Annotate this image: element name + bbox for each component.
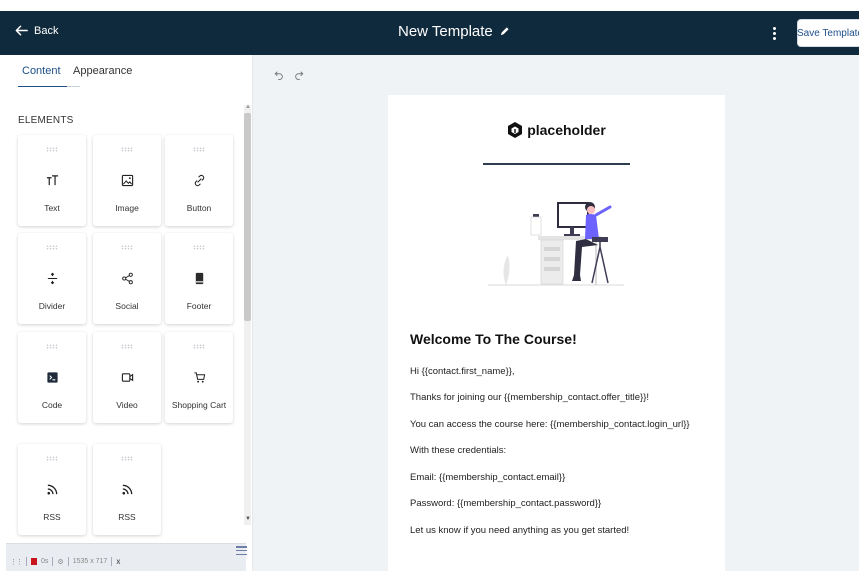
email-line-password[interactable]: Password: {{membership_contact.password}…: [410, 498, 601, 509]
more-options-icon[interactable]: [768, 23, 780, 43]
active-tab-indicator: [18, 86, 67, 87]
drag-handle-icon[interactable]: [193, 344, 205, 349]
drag-handle-icon[interactable]: [46, 147, 58, 152]
left-panel: Content Appearance ELEMENTS Text Image B…: [0, 55, 253, 571]
record-time: 0s: [41, 558, 49, 565]
record-size: 1535 x 717: [72, 558, 108, 565]
element-image[interactable]: Image: [93, 135, 161, 226]
pencil-icon[interactable]: [499, 26, 510, 37]
email-line-email[interactable]: Email: {{membership_contact.email}}: [410, 472, 565, 483]
menu-icon[interactable]: [236, 546, 247, 555]
rss-icon: [93, 481, 161, 497]
element-label: Image: [115, 203, 139, 213]
email-template-editor: Back New Template Save Template Content …: [0, 0, 859, 571]
arrow-left-icon: [15, 25, 28, 36]
element-text[interactable]: Text: [18, 135, 86, 226]
email-logo[interactable]: placeholder: [388, 121, 725, 139]
element-footer[interactable]: Footer: [165, 233, 233, 324]
element-label: Button: [186, 203, 212, 213]
element-label: Shopping Cart: [171, 400, 227, 410]
email-preview[interactable]: placeholder Welcome To The Course! Hi {{…: [388, 95, 725, 571]
element-rss-2[interactable]: RSS: [93, 444, 161, 535]
element-label: Text: [44, 203, 60, 213]
element-label: RSS: [43, 512, 61, 522]
drag-handle-icon[interactable]: [121, 245, 133, 250]
settings-icon[interactable]: ⚙: [57, 558, 63, 566]
top-bar: Back New Template Save Template: [0, 11, 859, 55]
recorder-status-bar: ⋮⋮ 0s ⚙ 1535 x 717 x: [6, 543, 246, 571]
person-at-desk-illustration[interactable]: [486, 197, 626, 289]
element-button[interactable]: Button: [165, 135, 233, 226]
element-social[interactable]: Social: [93, 233, 161, 324]
tab-appearance[interactable]: Appearance: [73, 65, 132, 77]
element-label: Video: [116, 400, 138, 410]
email-divider[interactable]: [483, 163, 630, 165]
scrollbar-thumb[interactable]: [244, 113, 251, 321]
back-button[interactable]: Back: [14, 23, 58, 38]
logo-text: placeholder: [527, 122, 606, 138]
elements-section-label: ELEMENTS: [18, 115, 74, 126]
drag-handle-icon[interactable]: [193, 245, 205, 250]
back-label: Back: [34, 24, 59, 37]
email-line-credentials[interactable]: With these credentials:: [410, 445, 506, 456]
drag-handle-icon[interactable]: [121, 456, 133, 461]
video-icon: [93, 369, 161, 385]
template-title[interactable]: New Template: [398, 23, 510, 40]
element-code[interactable]: Code: [18, 332, 86, 423]
drag-handle-icon[interactable]: [121, 147, 133, 152]
redo-icon[interactable]: [294, 67, 308, 81]
drag-handle-icon[interactable]: [46, 456, 58, 461]
tab-content[interactable]: Content: [22, 65, 61, 77]
footer-icon: [165, 270, 233, 286]
element-divider[interactable]: Divider: [18, 233, 86, 324]
close-icon[interactable]: x: [116, 557, 120, 566]
email-line-greeting[interactable]: Hi {{contact.first_name}},: [410, 366, 515, 377]
email-line-thanks[interactable]: Thanks for joining our {{membership_cont…: [410, 392, 649, 403]
email-line-access[interactable]: You can access the course here: {{member…: [410, 419, 690, 430]
template-title-text: New Template: [398, 23, 493, 40]
link-icon: [165, 172, 233, 188]
drag-handle-icon[interactable]: [46, 344, 58, 349]
image-icon: [93, 172, 161, 188]
grip-icon[interactable]: ⋮⋮: [10, 558, 23, 566]
scroll-down-icon[interactable]: ▼: [245, 516, 251, 522]
code-icon: [18, 369, 86, 385]
text-icon: [18, 172, 86, 188]
element-label: RSS: [118, 512, 136, 522]
drag-handle-icon[interactable]: [121, 344, 133, 349]
element-label: Social: [115, 301, 139, 311]
drag-handle-icon[interactable]: [46, 245, 58, 250]
email-heading[interactable]: Welcome To The Course!: [410, 331, 577, 347]
scroll-up-icon[interactable]: ▲: [245, 104, 251, 110]
save-template-button[interactable]: Save Template: [797, 19, 859, 47]
panel-tabs: Content Appearance: [0, 55, 253, 88]
element-shopping-cart[interactable]: Shopping Cart: [165, 332, 233, 423]
undo-icon[interactable]: [274, 67, 288, 81]
stop-record-icon[interactable]: [31, 558, 37, 565]
element-label: Footer: [186, 301, 212, 311]
element-label: Code: [41, 400, 63, 410]
rss-icon: [18, 481, 86, 497]
element-label: Divider: [38, 301, 66, 311]
share-icon: [93, 270, 161, 286]
email-line-closing[interactable]: Let us know if you need anything as you …: [410, 525, 629, 536]
element-video[interactable]: Video: [93, 332, 161, 423]
cart-icon: [165, 369, 233, 385]
drag-handle-icon[interactable]: [193, 147, 205, 152]
divider-icon: [18, 270, 86, 286]
editor-canvas: placeholder Welcome To The Course! Hi {{…: [253, 55, 859, 571]
logo-icon: [508, 122, 523, 138]
element-rss[interactable]: RSS: [18, 444, 86, 535]
